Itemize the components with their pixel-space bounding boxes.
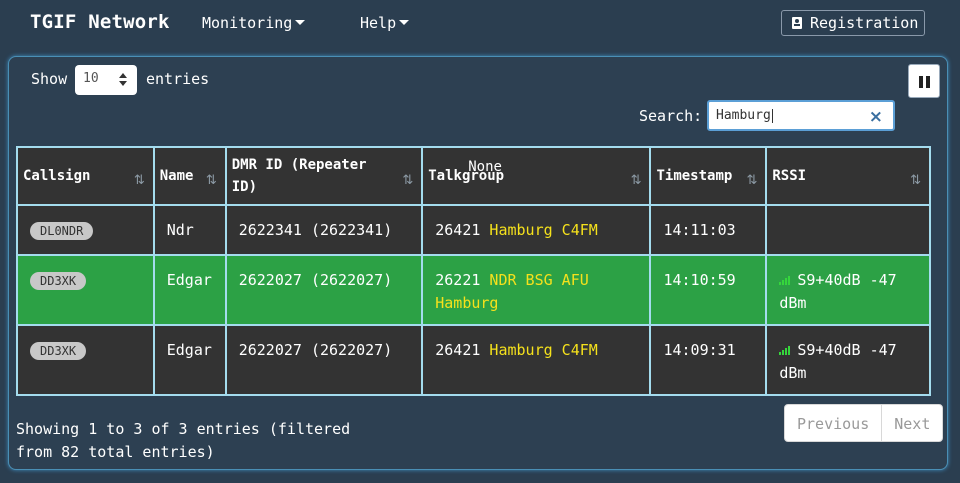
header-dmr-id[interactable]: DMR ID (Repeater ID) ⇅: [224, 146, 424, 206]
rssi-value: S9+40dB -47 dBm: [779, 341, 897, 382]
talkgroup-number: 26421: [435, 221, 481, 239]
search-value: Hamburg: [716, 108, 771, 123]
cell-timestamp: 14:11:03: [649, 204, 768, 256]
next-button[interactable]: Next: [881, 405, 942, 441]
pagination: Previous Next: [784, 404, 944, 442]
registration-button[interactable]: Registration: [781, 10, 925, 36]
callsign-badge[interactable]: DD3XK: [30, 342, 87, 360]
header-talkgroup[interactable]: None Talkgroup ⇅: [421, 146, 652, 206]
signal-icon: [779, 276, 791, 285]
cell-name: Edgar: [152, 254, 227, 326]
entries-label: entries: [146, 70, 210, 88]
callsign-badge[interactable]: DL0NDR: [30, 222, 94, 240]
lastheard-table: Callsign ⇅ Name ⇅ DMR ID (Repeater ID) ⇅ No…: [16, 146, 931, 396]
talkgroup-name[interactable]: Hamburg C4FM: [489, 341, 597, 359]
caret-down-icon: [399, 19, 410, 25]
cell-name: Edgar: [152, 324, 227, 396]
navbar: TGIF Network Monitoring Help Registratio…: [0, 0, 960, 50]
cell-talkgroup: 26421 Hamburg C4FM: [421, 324, 652, 396]
cell-talkgroup: 26421 Hamburg C4FM: [421, 204, 652, 256]
header-name[interactable]: Name ⇅: [152, 146, 227, 206]
sort-icon: ⇅: [133, 173, 145, 188]
search-label: Search:: [639, 107, 703, 125]
signal-icon: [779, 346, 791, 355]
talkgroup-name[interactable]: Hamburg C4FM: [489, 221, 597, 239]
cell-timestamp: 14:10:59: [649, 254, 768, 326]
table-info-text: Showing 1 to 3 of 3 entries (filtered fr…: [16, 420, 351, 461]
header-callsign[interactable]: Callsign ⇅: [16, 146, 155, 206]
cell-rssi: S9+40dB -47 dBm: [765, 324, 931, 396]
search-input[interactable]: Hamburg ×: [707, 100, 895, 131]
cell-dmr-id: 2622341 (2622341): [224, 204, 424, 256]
nav-help[interactable]: Help: [360, 14, 410, 32]
nav-monitoring[interactable]: Monitoring: [202, 14, 306, 32]
cell-rssi: [765, 204, 931, 256]
nav-monitoring-label: Monitoring: [202, 14, 293, 32]
table-row[interactable]: DD3XK Edgar 2622027 (2622027) 26221 NDR …: [16, 254, 931, 326]
callsign-badge[interactable]: DD3XK: [30, 272, 87, 290]
select-arrows-icon: [119, 73, 127, 87]
cell-talkgroup: 26221 NDR BSG AFU Hamburg: [421, 254, 652, 326]
sort-icon: ⇅: [630, 173, 642, 188]
length-value: 10: [83, 71, 99, 86]
registration-label: Registration: [810, 14, 919, 32]
previous-button[interactable]: Previous: [785, 405, 881, 441]
id-badge-icon: [792, 17, 802, 29]
caret-down-icon: [295, 19, 306, 25]
sort-icon: ⇅: [402, 173, 414, 188]
cell-callsign: DD3XK: [16, 324, 155, 396]
entries-length-select[interactable]: 10: [75, 65, 137, 95]
rssi-value: S9+40dB -47 dBm: [779, 271, 897, 312]
nav-help-label: Help: [360, 14, 397, 32]
header-timestamp[interactable]: Timestamp ⇅: [649, 146, 768, 206]
brand-title[interactable]: TGIF Network: [30, 11, 170, 33]
sort-icon: ⇅: [205, 173, 217, 188]
cell-callsign: DD3XK: [16, 254, 155, 326]
cell-name: Ndr: [152, 204, 227, 256]
pause-icon: [919, 76, 923, 88]
clear-icon[interactable]: ×: [869, 107, 883, 127]
cell-dmr-id: 2622027 (2622027): [224, 254, 424, 326]
cell-dmr-id: 2622027 (2622027): [224, 324, 424, 396]
sort-icon: ⇅: [746, 173, 758, 188]
pause-button[interactable]: [908, 64, 940, 98]
table-row[interactable]: DL0NDR Ndr 2622341 (2622341) 26421 Hambu…: [16, 204, 931, 256]
cell-callsign: DL0NDR: [16, 204, 155, 256]
show-label: Show: [31, 70, 68, 88]
sort-icon: ⇅: [910, 173, 921, 188]
talkgroup-number: 26221: [435, 271, 481, 289]
table-header-row: Callsign ⇅ Name ⇅ DMR ID (Repeater ID) ⇅ No…: [16, 146, 931, 206]
table-row[interactable]: DD3XK Edgar 2622027 (2622027) 26421 Hamb…: [16, 324, 931, 396]
cell-timestamp: 14:09:31: [649, 324, 768, 396]
cell-rssi: S9+40dB -47 dBm: [765, 254, 931, 326]
header-rssi[interactable]: RSSI ⇅: [765, 146, 931, 206]
talkgroup-number: 26421: [435, 341, 481, 359]
